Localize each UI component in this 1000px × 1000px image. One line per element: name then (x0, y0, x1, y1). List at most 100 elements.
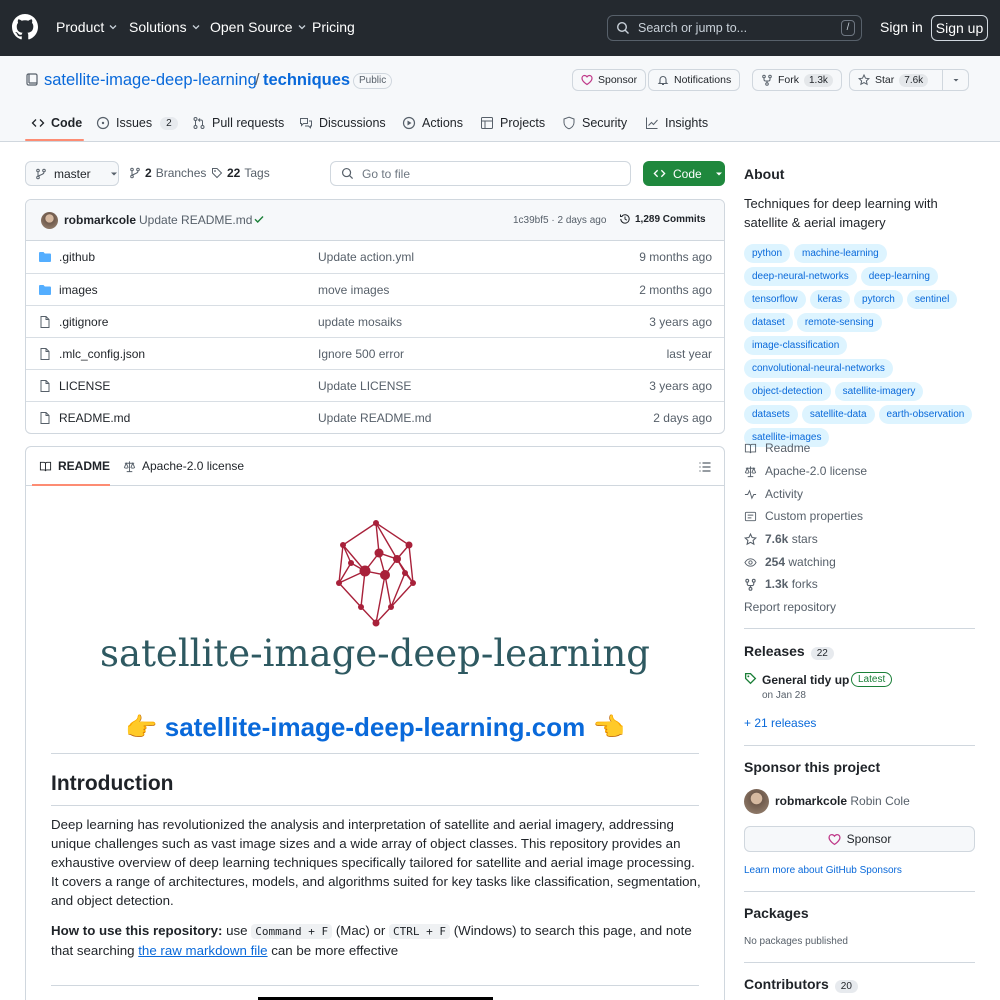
go-to-file-input[interactable]: Go to file (330, 161, 631, 186)
file-commit-message[interactable]: Update action.yml (318, 250, 414, 264)
file-commit-message[interactable]: Ignore 500 error (318, 347, 404, 361)
about-stars-link[interactable]: 7.6k stars (744, 532, 818, 546)
commit-sha-time[interactable]: 1c39bf5 · 2 days ago (513, 215, 606, 226)
sponsor-button[interactable]: Sponsor (744, 826, 975, 852)
about-license-link[interactable]: Apache-2.0 license (744, 464, 867, 478)
file-name-link[interactable]: .github (59, 250, 95, 264)
topic-tag[interactable]: object-detection (744, 382, 831, 401)
tab-discussions[interactable]: Discussions (299, 116, 386, 130)
contributors-heading[interactable]: Contributors 20 (744, 976, 858, 993)
about-custom-properties-label: Custom properties (765, 509, 864, 523)
releases-heading[interactable]: Releases 22 (744, 643, 834, 660)
about-custom-properties-link[interactable]: Custom properties (744, 509, 863, 523)
commit-author[interactable]: robmarkcole (64, 213, 136, 227)
tab-actions[interactable]: Actions (402, 116, 463, 130)
latest-release-link[interactable]: General tidy up (762, 673, 849, 687)
file-commit-message[interactable]: Update LICENSE (318, 379, 411, 393)
author-avatar[interactable] (41, 212, 58, 229)
topic-tag[interactable]: satellite-imagery (834, 382, 924, 401)
about-readme-link[interactable]: Readme (744, 441, 810, 455)
branches-link[interactable]: 2 Branches (129, 166, 206, 180)
license-tab[interactable]: Apache-2.0 license (123, 459, 244, 473)
star-button[interactable]: Star 7.6k (849, 69, 943, 91)
topic-tag[interactable]: remote-sensing (796, 313, 882, 332)
learn-sponsors-link[interactable]: Learn more about GitHub Sponsors (744, 865, 902, 876)
sponsor-avatar[interactable] (744, 789, 769, 814)
topic-tag[interactable]: earth-observation (878, 405, 973, 424)
topic-tag[interactable]: pytorch (854, 290, 903, 309)
about-forks-link[interactable]: 1.3k forks (744, 577, 818, 591)
note-icon (744, 511, 757, 521)
tags-link[interactable]: 22 Tags (211, 166, 270, 180)
file-name-link[interactable]: LICENSE (59, 379, 110, 393)
divider (51, 805, 699, 806)
topic-tag[interactable]: convolutional-neural-networks (744, 359, 893, 378)
search-input[interactable]: Search or jump to... / (607, 15, 862, 41)
nav-open-source[interactable]: Open Source (210, 19, 307, 35)
star-list-dropdown[interactable] (942, 69, 969, 91)
file-row[interactable]: .gitignore update mosaiks 3 years ago (26, 305, 724, 337)
github-logo-icon[interactable] (12, 14, 38, 40)
file-row[interactable]: images move images 2 months ago (26, 273, 724, 305)
tab-pull-requests-label: Pull requests (212, 116, 285, 130)
file-commit-message[interactable]: Update README.md (318, 411, 431, 425)
topic-tag[interactable]: keras (809, 290, 851, 309)
project-logo-icon (336, 520, 416, 627)
readme-tab[interactable]: README (39, 459, 110, 473)
commit-message[interactable]: Update README.md (139, 213, 252, 227)
raw-markdown-link[interactable]: the raw markdown file (138, 943, 267, 958)
about-watching-link[interactable]: 254 watching (744, 555, 836, 569)
topic-tag[interactable]: satellite-data (801, 405, 875, 424)
topic-tag[interactable]: machine-learning (794, 244, 887, 263)
nav-pricing[interactable]: Pricing (312, 19, 355, 35)
branch-selector[interactable]: master (25, 161, 119, 186)
watching-label: watching (788, 555, 836, 569)
tab-issues[interactable]: Issues 2 (96, 116, 178, 130)
tab-pull-requests[interactable]: Pull requests (192, 116, 284, 130)
file-name-link[interactable]: .gitignore (59, 315, 108, 329)
sponsor-header-button[interactable]: Sponsor (572, 69, 647, 91)
topic-tag[interactable]: image-classification (744, 336, 848, 355)
nav-product[interactable]: Product (56, 19, 118, 35)
file-row[interactable]: .mlc_config.json Ignore 500 error last yea… (26, 337, 724, 369)
topic-tag[interactable]: dataset (744, 313, 793, 332)
fork-button[interactable]: Fork 1.3k (752, 69, 842, 91)
notifications-button[interactable]: Notifications (648, 69, 741, 91)
topic-tag[interactable]: deep-neural-networks (744, 267, 857, 286)
check-icon[interactable] (253, 213, 265, 225)
tab-projects[interactable]: Projects (480, 116, 545, 130)
file-row[interactable]: README.md Update README.md 2 days ago (26, 401, 724, 433)
more-releases-link[interactable]: + 21 releases (744, 716, 816, 730)
topic-tag[interactable]: sentinel (906, 290, 958, 309)
file-commit-message[interactable]: move images (318, 283, 389, 297)
repo-name-link[interactable]: techniques (263, 71, 350, 90)
code-dropdown-button[interactable]: Code (643, 161, 725, 186)
commits-history-link[interactable]: 1,289 Commits (619, 213, 706, 225)
tab-security[interactable]: Security (562, 116, 627, 130)
repo-owner-link[interactable]: satellite-image-deep-learning (44, 71, 257, 90)
graph-icon (646, 117, 658, 129)
project-site-link[interactable]: satellite-image-deep-learning.com (165, 712, 585, 742)
sponsor-user-link[interactable]: robmarkcole Robin Cole (775, 794, 910, 808)
file-commit-message[interactable]: update mosaiks (318, 315, 402, 329)
file-row[interactable]: .github Update action.yml 9 months ago (26, 241, 724, 273)
tab-insights[interactable]: Insights (645, 116, 708, 130)
sign-up-button[interactable]: Sign up (931, 15, 988, 41)
outline-list-icon[interactable] (698, 460, 712, 474)
how-to-end-text: can be more effective (271, 943, 399, 958)
sign-in-link[interactable]: Sign in (880, 19, 923, 35)
file-name-link[interactable]: .mlc_config.json (59, 347, 145, 361)
file-name-link[interactable]: README.md (59, 411, 130, 425)
report-repository-link[interactable]: Report repository (744, 600, 836, 614)
topic-tag[interactable]: datasets (744, 405, 798, 424)
packages-heading[interactable]: Packages (744, 905, 809, 921)
nav-solutions[interactable]: Solutions (129, 19, 201, 35)
tab-code[interactable]: Code (31, 116, 82, 130)
divider (51, 985, 699, 986)
topic-tag[interactable]: python (744, 244, 791, 263)
file-row[interactable]: LICENSE Update LICENSE 3 years ago (26, 369, 724, 401)
topic-tag[interactable]: tensorflow (744, 290, 806, 309)
file-name-link[interactable]: images (59, 283, 98, 297)
topic-tag[interactable]: deep-learning (860, 267, 938, 286)
about-activity-link[interactable]: Activity (744, 487, 803, 501)
